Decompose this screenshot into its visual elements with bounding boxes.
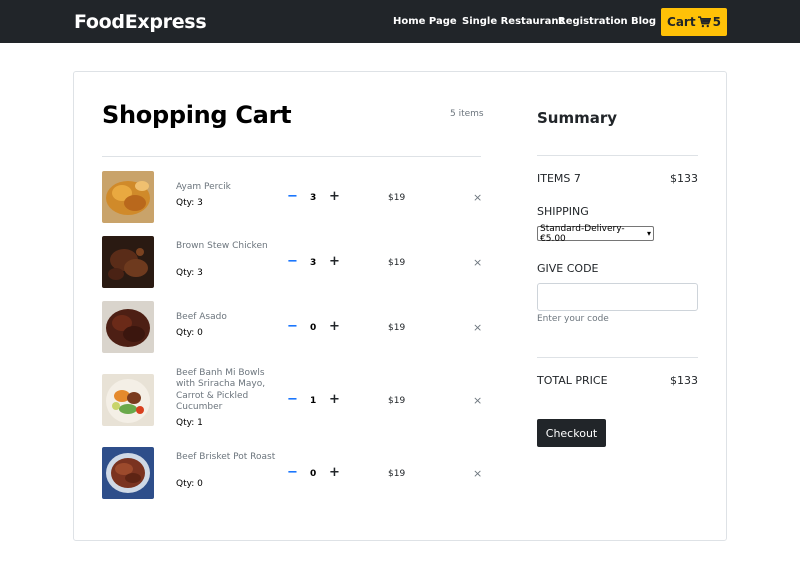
- item-name: Ayam Percik: [176, 182, 231, 192]
- cart-item-row: Ayam Percik Qty: 3 − 3 + $19 ×: [102, 171, 482, 223]
- total-price-label: TOTAL PRICE: [537, 374, 608, 387]
- increase-qty-button[interactable]: +: [329, 319, 340, 334]
- food-image: [102, 236, 154, 288]
- cart-item-row: Beef Brisket Pot Roast Qty: 0 − 0 + $19 …: [102, 447, 482, 499]
- cart-item-row: Beef Banh Mi Bowls with Sriracha Mayo, C…: [102, 368, 482, 428]
- item-name: Beef Brisket Pot Roast: [176, 452, 276, 462]
- items-count: 5 items: [450, 109, 484, 119]
- brand-logo[interactable]: FoodExpress: [74, 11, 207, 33]
- decrease-qty-button[interactable]: −: [287, 319, 298, 334]
- items-summary-value: $133: [670, 172, 698, 185]
- cart-button[interactable]: Cart 5: [661, 8, 727, 36]
- total-price-value: $133: [670, 374, 698, 387]
- increase-qty-button[interactable]: +: [329, 392, 340, 407]
- remove-item-button[interactable]: ×: [473, 321, 482, 334]
- item-qty-label: Qty: 0: [176, 328, 203, 338]
- navbar: FoodExpress Home Page Single Restaurant …: [0, 0, 800, 43]
- divider: [102, 156, 481, 157]
- divider: [537, 357, 698, 358]
- food-image: [102, 301, 154, 353]
- food-image: [102, 171, 154, 223]
- nav-link-blog[interactable]: Blog: [631, 16, 656, 27]
- promo-code-input[interactable]: [537, 283, 698, 311]
- decrease-qty-button[interactable]: −: [287, 392, 298, 407]
- cart-item-row: Beef Asado Qty: 0 − 0 + $19 ×: [102, 301, 482, 353]
- food-image: [102, 447, 154, 499]
- item-price: $19: [388, 469, 406, 479]
- nav-link-registration[interactable]: Registration: [558, 16, 628, 27]
- shipping-selected: Standard-Delivery- €5.00: [540, 223, 625, 244]
- item-price: $19: [388, 396, 406, 406]
- increase-qty-button[interactable]: +: [329, 189, 340, 204]
- item-name: Beef Asado: [176, 312, 227, 322]
- food-image: [102, 374, 154, 426]
- remove-item-button[interactable]: ×: [473, 394, 482, 407]
- item-qty: 3: [310, 258, 317, 268]
- decrease-qty-button[interactable]: −: [287, 465, 298, 480]
- item-qty-label: Qty: 3: [176, 268, 203, 278]
- item-price: $19: [388, 258, 406, 268]
- items-summary-label: ITEMS 7: [537, 172, 581, 185]
- item-price: $19: [388, 193, 406, 203]
- nav-link-single-restaurant[interactable]: Single Restaurant: [462, 16, 563, 27]
- item-name: Brown Stew Chicken: [176, 241, 268, 251]
- remove-item-button[interactable]: ×: [473, 467, 482, 480]
- page-title: Shopping Cart: [102, 101, 292, 129]
- item-price: $19: [388, 323, 406, 333]
- code-label: GIVE CODE: [537, 262, 599, 275]
- code-hint: Enter your code: [537, 314, 609, 324]
- item-qty-label: Qty: 1: [176, 418, 203, 428]
- cart-label: Cart: [667, 15, 696, 29]
- item-qty: 3: [310, 193, 317, 203]
- remove-item-button[interactable]: ×: [473, 191, 482, 204]
- increase-qty-button[interactable]: +: [329, 254, 340, 269]
- item-name: Beef Banh Mi Bowls with Sriracha Mayo, C…: [176, 368, 266, 412]
- item-qty-label: Qty: 3: [176, 198, 203, 208]
- checkout-button[interactable]: Checkout: [537, 419, 606, 447]
- decrease-qty-button[interactable]: −: [287, 254, 298, 269]
- shopping-cart-icon: [697, 16, 711, 28]
- item-qty: 0: [310, 323, 317, 333]
- divider: [537, 155, 698, 156]
- shipping-select[interactable]: Standard-Delivery- €5.00 ▾: [537, 223, 654, 244]
- nav-link-home[interactable]: Home Page: [393, 16, 457, 27]
- cart-item-row: Brown Stew Chicken Qty: 3 − 3 + $19 ×: [102, 236, 482, 288]
- item-qty: 1: [310, 396, 317, 406]
- decrease-qty-button[interactable]: −: [287, 189, 298, 204]
- item-qty-label: Qty: 0: [176, 479, 203, 489]
- increase-qty-button[interactable]: +: [329, 465, 340, 480]
- remove-item-button[interactable]: ×: [473, 256, 482, 269]
- item-qty: 0: [310, 469, 317, 479]
- summary-title: Summary: [537, 109, 618, 127]
- shipping-label: SHIPPING: [537, 205, 589, 218]
- chevron-down-icon: ▾: [646, 229, 651, 238]
- cart-count: 5: [712, 15, 721, 29]
